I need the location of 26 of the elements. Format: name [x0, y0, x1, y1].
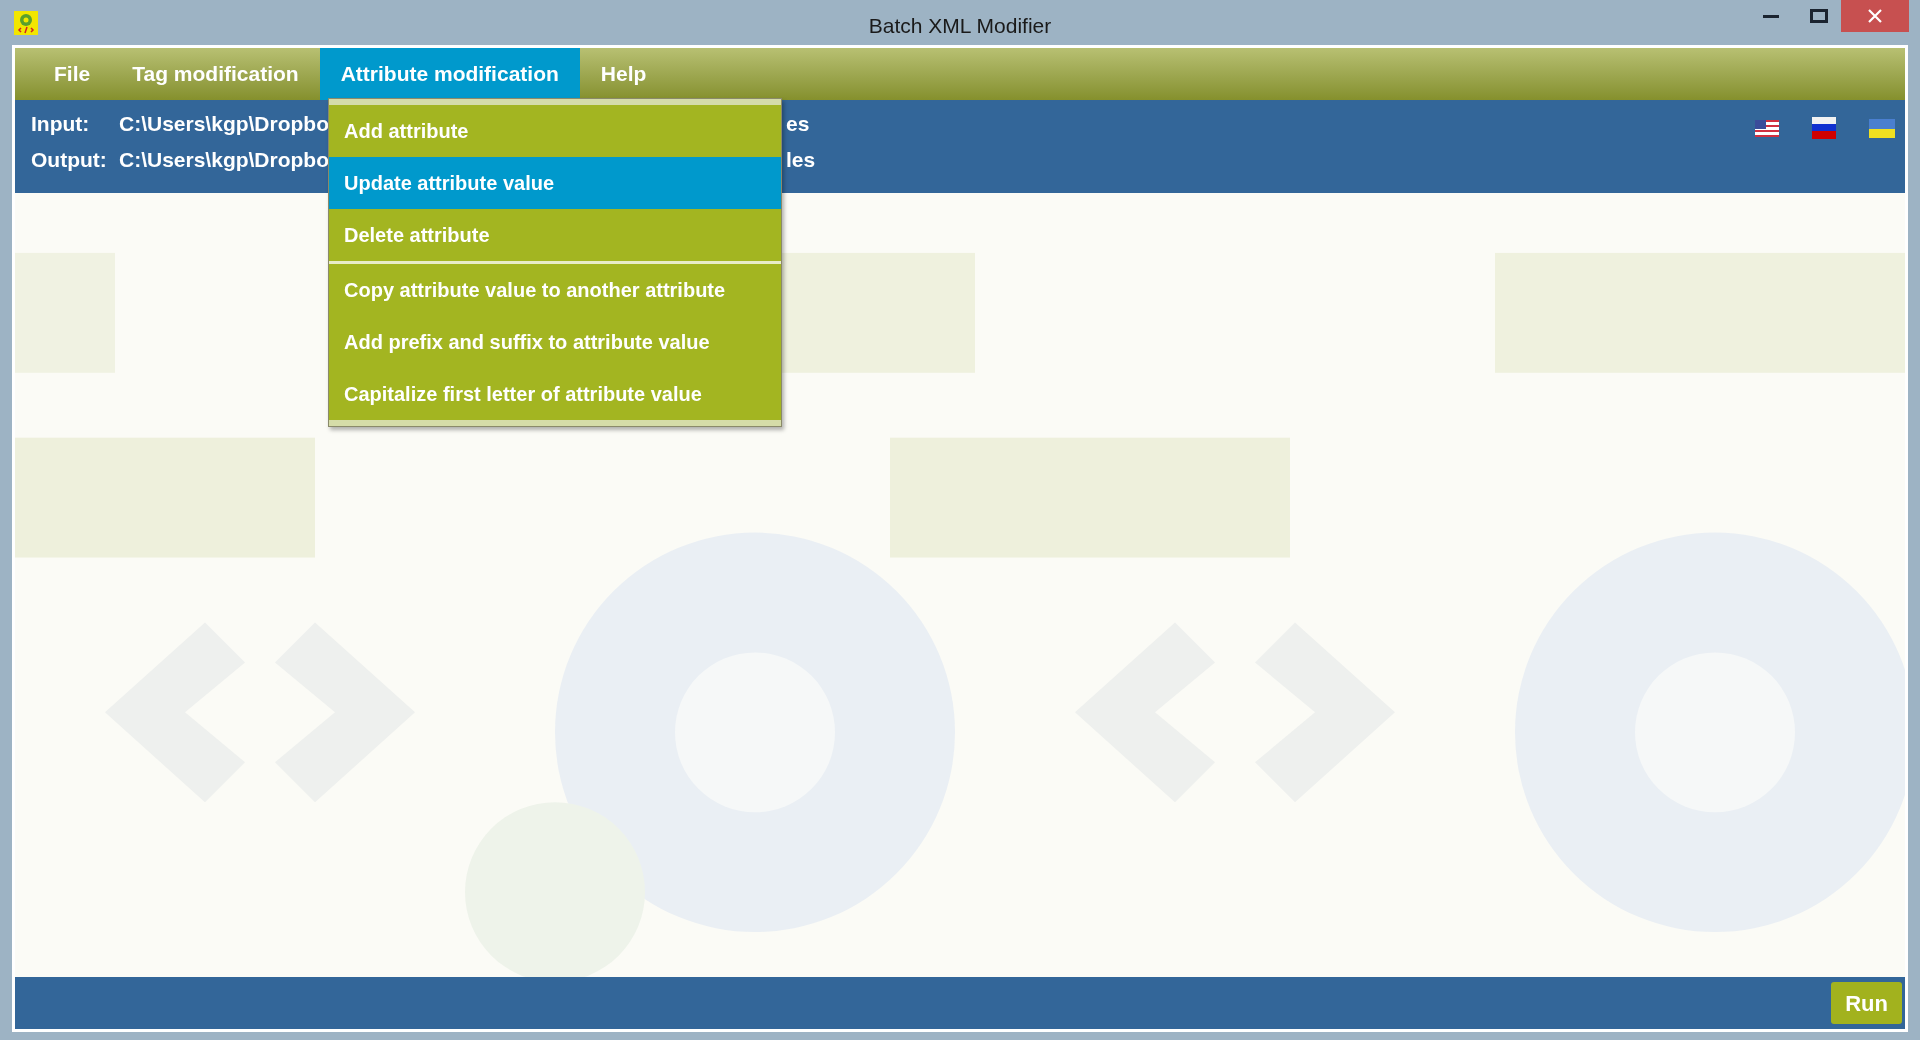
minimize-icon: [1763, 14, 1779, 18]
window-title: Batch XML Modifier: [867, 13, 1053, 39]
ukraine-flag-icon[interactable]: [1869, 118, 1895, 138]
path-label: Output:: [31, 148, 108, 172]
path-value: es: [786, 112, 810, 136]
maximize-icon: [1810, 9, 1828, 23]
menu-item[interactable]: Help: [579, 48, 668, 100]
menu-item[interactable]: Attribute modification: [319, 48, 580, 100]
dropdown-item[interactable]: Capitalize first letter of attribute value: [329, 368, 781, 420]
path-label: Input:: [31, 112, 91, 136]
path-value: C:\Users\kgp\Dropbo: [119, 112, 330, 136]
run-button[interactable]: Run: [1831, 982, 1902, 1024]
dropdown-item[interactable]: Update attribute value: [329, 157, 781, 209]
dropdown-item[interactable]: Copy attribute value to another attribute: [329, 264, 781, 316]
close-icon: [1868, 9, 1882, 23]
dropdown-item[interactable]: Add attribute: [329, 105, 781, 157]
dropdown-item[interactable]: Delete attribute: [329, 209, 781, 261]
path-value: les: [786, 148, 816, 172]
close-button[interactable]: [1841, 0, 1909, 32]
menu-item[interactable]: File: [33, 48, 112, 100]
path-value: C:\Users\kgp\Dropbo: [119, 148, 330, 172]
menu-item[interactable]: Tag modification: [111, 48, 320, 100]
us-flag-icon[interactable]: [1755, 119, 1779, 137]
app-logo-icon: [14, 10, 38, 35]
dropdown-item[interactable]: Add prefix and suffix to attribute value: [329, 316, 781, 368]
russia-flag-icon[interactable]: [1812, 117, 1836, 139]
